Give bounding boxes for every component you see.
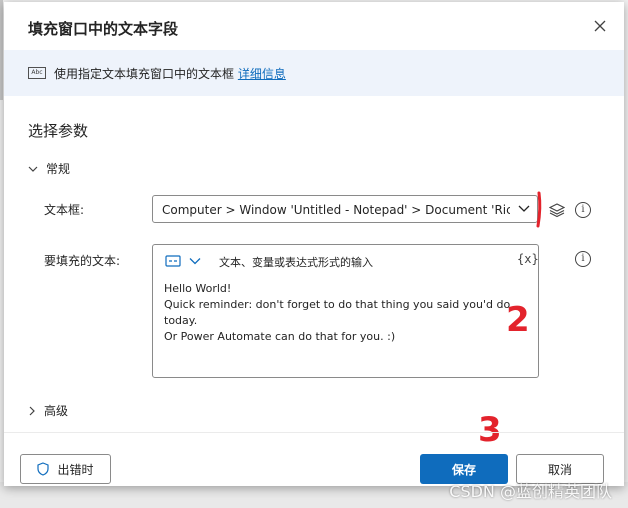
annotation-mark-3: 3 — [478, 410, 502, 450]
text-to-fill-input[interactable]: 文本、变量或表达式形式的输入 {x} Hello World! Quick re… — [152, 244, 539, 378]
watermark: CSDN @蓝创精英团队 — [449, 482, 612, 501]
general-group-toggle[interactable]: 常规 — [28, 160, 70, 177]
annotation-mark-2: 2 — [506, 300, 530, 340]
more-info-link[interactable]: 详细信息 — [238, 67, 286, 81]
textbox-dropdown[interactable]: Computer > Window 'Untitled - Notepad' >… — [152, 195, 538, 223]
text-field-icon: Abc — [28, 67, 46, 79]
background-edge — [0, 0, 3, 100]
dialog-title: 填充窗口中的文本字段 — [28, 20, 179, 38]
textbox-value: Computer > Window 'Untitled - Notepad' >… — [162, 203, 510, 217]
annotation-mark-1 — [532, 190, 546, 234]
chevron-right-icon — [29, 406, 35, 415]
text-line: today. — [164, 314, 198, 327]
info-icon[interactable]: i — [575, 202, 591, 218]
general-group-label: 常规 — [46, 162, 71, 176]
section-title: 选择参数 — [28, 122, 89, 140]
chevron-down-icon — [518, 205, 530, 212]
text-line: Or Power Automate can do that for you. :… — [164, 330, 396, 343]
textbox-label: 文本框: — [44, 203, 85, 217]
text-to-fill-label: 要填充的文本: — [44, 254, 121, 268]
chevron-down-icon — [28, 166, 38, 172]
text-input-mode-icon[interactable] — [165, 255, 181, 267]
close-icon — [594, 20, 606, 32]
banner-description: 使用指定文本填充窗口中的文本框 详细信息 — [54, 65, 286, 82]
footer-divider — [4, 432, 624, 433]
chevron-down-icon[interactable] — [189, 257, 201, 265]
on-error-button[interactable]: 出错时 — [20, 454, 111, 484]
advanced-group-toggle[interactable]: 高级 — [28, 402, 68, 419]
close-button[interactable] — [588, 14, 612, 38]
info-icon[interactable]: i — [575, 251, 591, 267]
text-line: Hello World! — [164, 282, 232, 295]
text-content: Hello World! Quick reminder: don't forge… — [164, 281, 514, 345]
banner-text: 使用指定文本填充窗口中的文本框 — [54, 67, 235, 81]
advanced-group-label: 高级 — [44, 404, 69, 418]
shield-icon — [37, 462, 50, 476]
layers-icon[interactable] — [548, 202, 566, 222]
info-banner: Abc 使用指定文本填充窗口中的文本框 详细信息 — [4, 50, 624, 96]
text-line: Quick reminder: don't forget to do that … — [164, 298, 511, 311]
insert-variable-button[interactable]: {x} — [517, 252, 539, 266]
input-hint: 文本、变量或表达式形式的输入 — [219, 256, 373, 269]
fill-text-field-dialog: 填充窗口中的文本字段 Abc 使用指定文本填充窗口中的文本框 详细信息 选择参数… — [4, 2, 624, 486]
on-error-label: 出错时 — [57, 462, 94, 477]
